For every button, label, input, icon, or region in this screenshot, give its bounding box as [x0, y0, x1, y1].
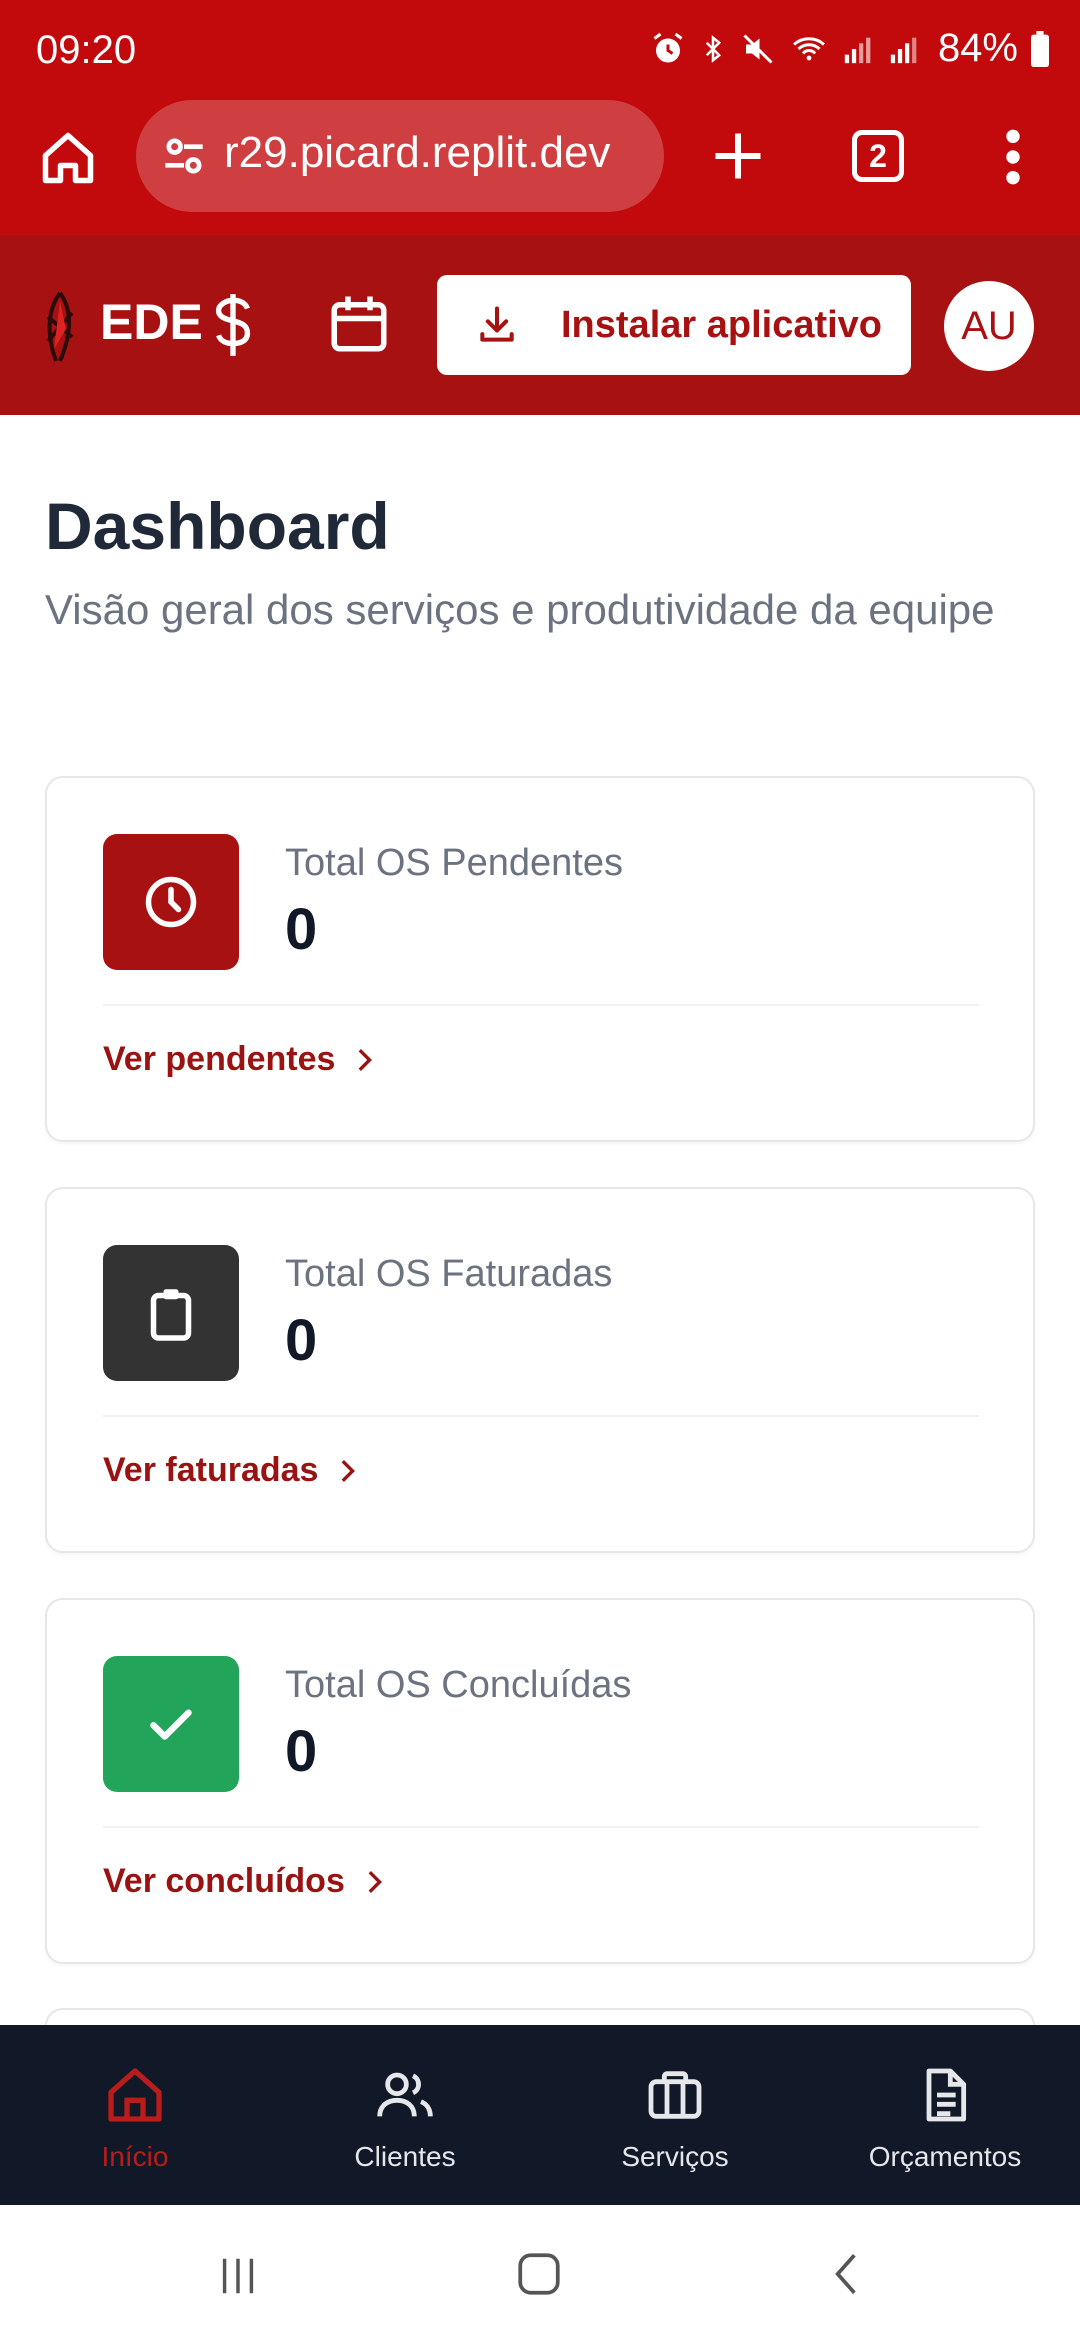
users-icon: [377, 2072, 433, 2117]
card-divider: [103, 1826, 979, 1828]
recent-apps-icon[interactable]: [214, 2253, 262, 2299]
chevron-right-icon: [359, 1048, 373, 1071]
card-link-label: Ver faturadas: [103, 1451, 319, 1489]
bluetooth-icon: [705, 34, 722, 63]
bottom-nav: Início Clientes Serviços Orçamentos: [0, 2025, 1080, 2205]
nav-item-inicio[interactable]: Início: [0, 2025, 270, 2205]
download-icon: [480, 306, 514, 342]
back-icon[interactable]: [826, 2249, 866, 2299]
nav-item-clientes[interactable]: Clientes: [270, 2025, 540, 2205]
billed-orders-card: Total OS Faturadas 0 Ver faturadas: [45, 1187, 1035, 1553]
address-bar[interactable]: r29.picard.replit.dev: [136, 100, 664, 212]
page-title: Dashboard: [45, 489, 390, 563]
signal-2-icon: [890, 37, 917, 63]
card-divider: [103, 1415, 979, 1417]
home-icon: [108, 2068, 162, 2122]
card-value: 0: [285, 897, 318, 962]
system-home-icon[interactable]: [514, 2249, 564, 2299]
mute-icon: [743, 33, 773, 64]
url-text[interactable]: r29.picard.replit.dev: [224, 128, 644, 178]
status-time: 09:20: [36, 28, 137, 72]
nav-label: Serviços: [621, 2141, 729, 2172]
card-icon-box: [103, 1245, 239, 1381]
clock-icon: [145, 876, 197, 928]
card-icon-box: [103, 834, 239, 970]
alarm-icon: [653, 32, 683, 62]
page-subtitle: Visão geral dos serviços e produtividade…: [45, 586, 995, 633]
signal-icon: [844, 37, 871, 63]
app-header: EDE Instalar aplicativo AU: [0, 235, 1080, 415]
chevron-right-icon: [342, 1459, 356, 1482]
chevron-right-icon: [368, 1870, 382, 1893]
briefcase-icon: [648, 2071, 702, 2119]
battery-level: 84%: [937, 26, 1018, 70]
install-app-label: Instalar aplicativo: [561, 303, 883, 346]
pending-orders-card: Total OS Pendentes 0 Ver pendentes: [45, 776, 1035, 1142]
document-icon: [926, 2068, 967, 2122]
card-link-label: Ver concluídos: [103, 1862, 345, 1900]
brand-logo-icon[interactable]: [40, 289, 80, 369]
brand-name[interactable]: EDE: [100, 293, 203, 351]
nav-item-orcamentos[interactable]: Orçamentos: [810, 2025, 1080, 2205]
card-label: Total OS Pendentes: [285, 842, 623, 884]
new-tab-icon[interactable]: [708, 126, 768, 186]
status-bar: 09:20 84%: [0, 0, 1080, 100]
user-avatar[interactable]: AU: [944, 281, 1034, 371]
tab-switcher-button[interactable]: 2: [852, 130, 904, 182]
clipboard-icon: [150, 1289, 192, 1341]
card-value: 0: [285, 1719, 318, 1784]
wifi-icon: [792, 36, 825, 60]
completed-orders-card: Total OS Concluídas 0 Ver concluídos: [45, 1598, 1035, 1964]
status-icons: 84%: [650, 26, 1050, 71]
more-menu-icon[interactable]: [998, 126, 1028, 188]
home-icon[interactable]: [38, 128, 98, 188]
card-divider: [103, 1004, 979, 1006]
nav-label: Clientes: [354, 2141, 456, 2172]
view-pending-link[interactable]: Ver pendentes: [103, 1040, 375, 1079]
install-app-button[interactable]: Instalar aplicativo: [437, 275, 911, 375]
view-billed-link[interactable]: Ver faturadas: [103, 1451, 358, 1490]
browser-toolbar: r29.picard.replit.dev 2: [0, 100, 1080, 235]
card-link-label: Ver pendentes: [103, 1040, 336, 1078]
card-value: 0: [285, 1308, 318, 1373]
check-icon: [150, 1709, 192, 1740]
dollar-icon[interactable]: [208, 290, 258, 360]
site-settings-icon[interactable]: [156, 128, 212, 184]
nav-label: Orçamentos: [868, 2141, 1022, 2172]
system-nav-bar: [0, 2205, 1080, 2340]
view-completed-link[interactable]: Ver concluídos: [103, 1862, 385, 1901]
card-label: Total OS Faturadas: [285, 1253, 613, 1295]
card-label: Total OS Concluídas: [285, 1664, 632, 1706]
battery-icon: [1031, 30, 1049, 67]
nav-item-servicos[interactable]: Serviços: [540, 2025, 810, 2205]
calendar-icon[interactable]: [326, 291, 392, 357]
nav-label: Início: [101, 2141, 169, 2172]
card-icon-box: [103, 1656, 239, 1792]
